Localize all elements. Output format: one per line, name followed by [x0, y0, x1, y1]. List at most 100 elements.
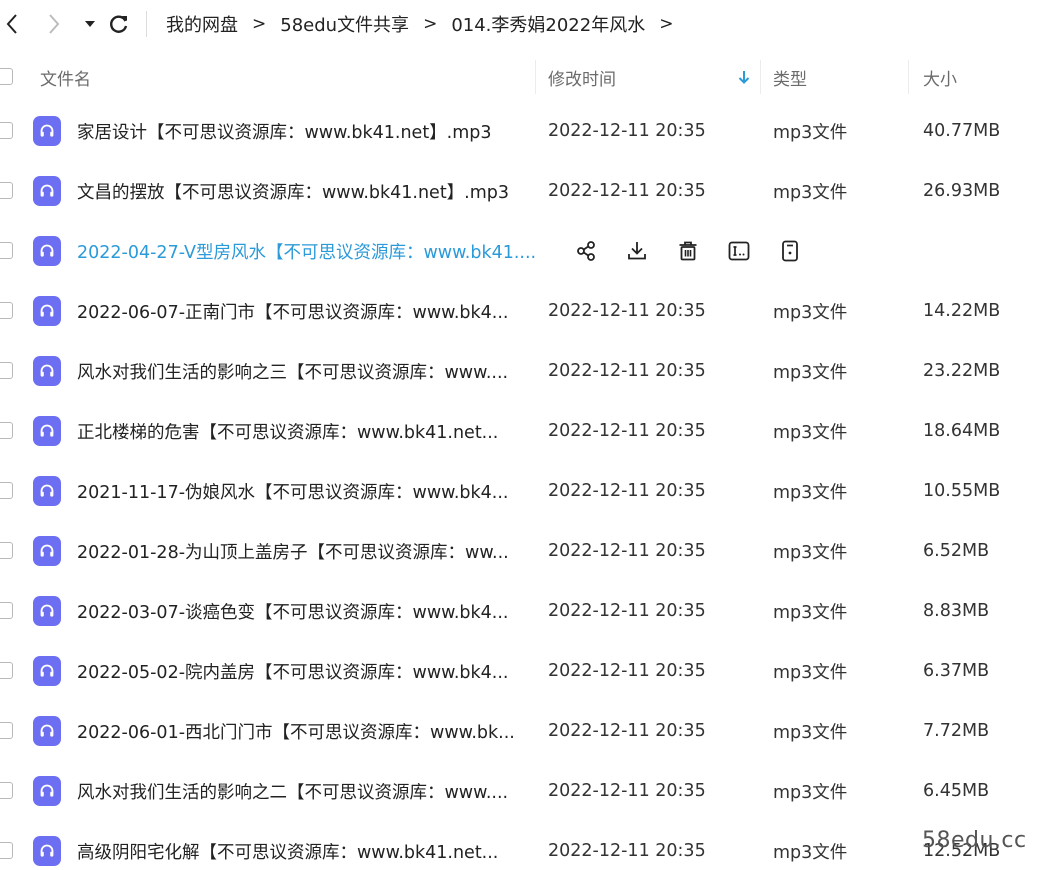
more-icon[interactable] [776, 237, 804, 265]
column-header-modified[interactable]: 修改时间 [548, 54, 616, 100]
file-name[interactable]: 2021-11-17-伪娘风水【不可思议资源库：www.bk4... [77, 461, 547, 521]
row-checkbox[interactable] [0, 422, 13, 439]
file-modified-time: 2022-12-11 20:35 [548, 301, 706, 321]
file-modified-time: 2022-12-11 20:35 [548, 841, 706, 861]
file-row[interactable]: 2021-11-17-伪娘风水【不可思议资源库：www.bk4... 2022-1… [0, 461, 1039, 521]
row-checkbox[interactable] [0, 602, 13, 619]
audio-file-icon [33, 776, 61, 806]
file-type: mp3文件 [773, 122, 848, 143]
back-button[interactable] [0, 10, 24, 38]
audio-file-icon [33, 236, 61, 266]
row-checkbox[interactable] [0, 122, 13, 139]
forward-button[interactable] [42, 10, 66, 38]
file-row[interactable]: 2022-06-01-西北门门市【不可思议资源库：www.bk... 2022-1… [0, 701, 1039, 761]
row-checkbox[interactable] [0, 782, 13, 799]
breadcrumb-item[interactable]: 58edu文件共享 [280, 11, 409, 37]
audio-file-icon [33, 656, 61, 686]
file-type: mp3文件 [773, 842, 848, 863]
file-modified-time: 2022-12-11 20:35 [548, 661, 706, 681]
file-row[interactable]: 2022-06-07-正南门市【不可思议资源库：www.bk4... 2022-1… [0, 281, 1039, 341]
file-modified-time: 2022-12-11 20:35 [548, 541, 706, 561]
caret-down-icon [84, 19, 96, 29]
row-checkbox[interactable] [0, 242, 13, 259]
row-checkbox[interactable] [0, 662, 13, 679]
file-list-header: 文件名 修改时间 类型 大小 [0, 54, 1039, 100]
file-row[interactable]: 2022-01-28-为山顶上盖房子【不可思议资源库：ww... 2022-12-… [0, 521, 1039, 581]
file-size: 23.22MB [923, 361, 1001, 381]
history-dropdown-button[interactable] [78, 10, 102, 38]
file-type: mp3文件 [773, 182, 848, 203]
file-type: mp3文件 [773, 482, 848, 503]
file-size: 40.77MB [923, 121, 1001, 141]
sort-down-arrow-icon[interactable] [737, 54, 751, 100]
file-row[interactable]: 2022-05-02-院内盖房【不可思议资源库：www.bk4... 2022-1… [0, 641, 1039, 701]
breadcrumb-separator: > [252, 14, 267, 34]
row-checkbox[interactable] [0, 842, 13, 859]
breadcrumb-separator: > [423, 14, 438, 34]
file-modified-time: 2022-12-11 20:35 [548, 421, 706, 441]
share-icon[interactable] [572, 237, 600, 265]
file-name[interactable]: 2022-03-07-谈癌色变【不可思议资源库：www.bk4... [77, 581, 547, 641]
breadcrumb-item[interactable]: 014.李秀娟2022年风水 [451, 11, 645, 37]
file-name[interactable]: 风水对我们生活的影响之二【不可思议资源库：www.... [77, 761, 547, 821]
file-row[interactable]: 文昌的摆放【不可思议资源库：www.bk41.net】.mp3 2022-12-1… [0, 161, 1039, 221]
rename-icon[interactable] [725, 237, 753, 265]
column-header-size[interactable]: 大小 [923, 54, 957, 100]
column-divider[interactable] [760, 60, 761, 94]
delete-icon[interactable] [674, 237, 702, 265]
file-modified-time: 2022-12-11 20:35 [548, 181, 706, 201]
refresh-button[interactable] [107, 10, 131, 38]
file-row[interactable]: 风水对我们生活的影响之三【不可思议资源库：www.... 2022-12-11 2… [0, 341, 1039, 401]
file-type: mp3文件 [773, 602, 848, 623]
file-type: mp3文件 [773, 542, 848, 563]
audio-file-icon [33, 116, 61, 146]
audio-file-icon [33, 416, 61, 446]
breadcrumb: 我的网盘 > 58edu文件共享 > 014.李秀娟2022年风水 > [166, 10, 687, 38]
nav-divider [146, 11, 147, 37]
file-row[interactable]: 2022-03-07-谈癌色变【不可思议资源库：www.bk4... 2022-1… [0, 581, 1039, 641]
chevron-left-icon [5, 13, 19, 35]
column-divider[interactable] [908, 60, 909, 94]
audio-file-icon [33, 356, 61, 386]
file-modified-time: 2022-12-11 20:35 [548, 781, 706, 801]
row-checkbox[interactable] [0, 542, 13, 559]
file-name[interactable]: 高级阴阳宅化解【不可思议资源库：www.bk41.net... [77, 821, 547, 870]
file-name[interactable]: 正北楼梯的危害【不可思议资源库：www.bk41.net... [77, 401, 547, 461]
refresh-icon [108, 13, 130, 35]
row-checkbox[interactable] [0, 182, 13, 199]
file-row[interactable]: 2022-04-27-V型房风水【不可思议资源库：www.bk41.... [0, 221, 1039, 281]
audio-file-icon [33, 536, 61, 566]
file-name[interactable]: 2022-06-07-正南门市【不可思议资源库：www.bk4... [77, 281, 547, 341]
file-size: 10.55MB [923, 481, 1001, 501]
column-header-name[interactable]: 文件名 [40, 54, 91, 100]
file-name[interactable]: 2022-01-28-为山顶上盖房子【不可思议资源库：ww... [77, 521, 547, 581]
file-row[interactable]: 风水对我们生活的影响之二【不可思议资源库：www.... 2022-12-11 2… [0, 761, 1039, 821]
audio-file-icon [33, 296, 61, 326]
select-all-checkbox[interactable] [0, 68, 13, 85]
file-name[interactable]: 2022-04-27-V型房风水【不可思议资源库：www.bk41.... [77, 221, 547, 281]
row-checkbox[interactable] [0, 722, 13, 739]
file-modified-time: 2022-12-11 20:35 [548, 721, 706, 741]
download-icon[interactable] [623, 237, 651, 265]
file-modified-time: 2022-12-11 20:35 [548, 121, 706, 141]
file-size: 6.52MB [923, 541, 990, 561]
column-divider[interactable] [535, 60, 536, 94]
breadcrumb-separator: > [659, 14, 674, 34]
column-header-type[interactable]: 类型 [773, 54, 807, 100]
breadcrumb-item[interactable]: 我的网盘 [166, 11, 238, 37]
file-name[interactable]: 家居设计【不可思议资源库：www.bk41.net】.mp3 [77, 101, 547, 161]
file-row[interactable]: 正北楼梯的危害【不可思议资源库：www.bk41.net... 2022-12-1… [0, 401, 1039, 461]
file-name[interactable]: 风水对我们生活的影响之三【不可思议资源库：www.... [77, 341, 547, 401]
file-name[interactable]: 2022-06-01-西北门门市【不可思议资源库：www.bk... [77, 701, 547, 761]
navigation-bar: 我的网盘 > 58edu文件共享 > 014.李秀娟2022年风水 > [0, 0, 1039, 50]
row-checkbox[interactable] [0, 302, 13, 319]
row-checkbox[interactable] [0, 362, 13, 379]
file-type: mp3文件 [773, 662, 848, 683]
file-row[interactable]: 高级阴阳宅化解【不可思议资源库：www.bk41.net... 2022-12-1… [0, 821, 1039, 870]
file-name[interactable]: 2022-05-02-院内盖房【不可思议资源库：www.bk4... [77, 641, 547, 701]
row-checkbox[interactable] [0, 482, 13, 499]
row-actions [572, 221, 827, 281]
file-row[interactable]: 家居设计【不可思议资源库：www.bk41.net】.mp3 2022-12-11… [0, 101, 1039, 161]
watermark: 58edu.cc [922, 828, 1027, 853]
file-name[interactable]: 文昌的摆放【不可思议资源库：www.bk41.net】.mp3 [77, 161, 547, 221]
